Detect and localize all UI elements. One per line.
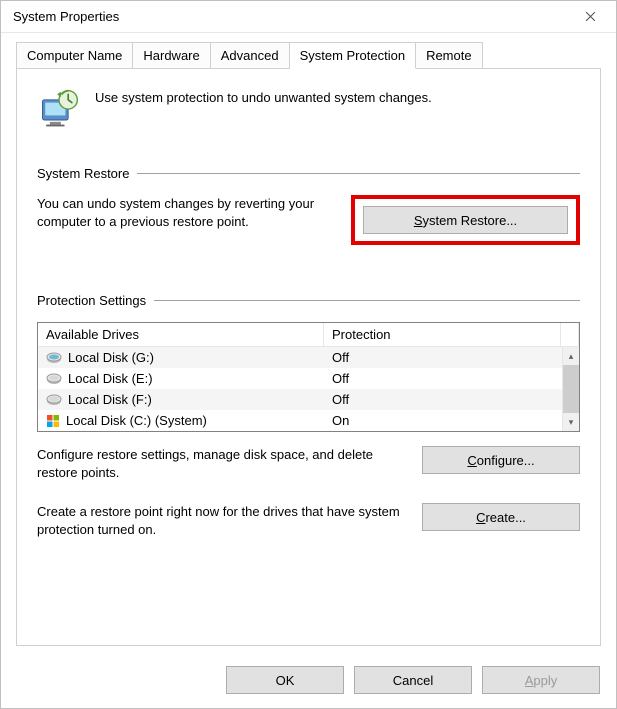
apply-button[interactable]: Apply — [482, 666, 600, 694]
scrollbar[interactable]: ▴ ▾ — [562, 347, 579, 431]
system-properties-window: System Properties Computer Name Hardware… — [0, 0, 617, 709]
tab-hardware[interactable]: Hardware — [133, 42, 210, 69]
system-restore-button[interactable]: System Restore... — [363, 206, 568, 234]
create-description: Create a restore point right now for the… — [37, 503, 408, 538]
table-row[interactable]: Local Disk (F:) Off — [38, 389, 562, 410]
divider — [154, 300, 580, 301]
table-row[interactable]: Local Disk (E:) Off — [38, 368, 562, 389]
dialog-buttons: OK Cancel Apply — [1, 656, 616, 708]
scroll-up-icon[interactable]: ▴ — [563, 347, 579, 365]
drive-icon — [46, 352, 62, 364]
close-button[interactable] — [568, 3, 612, 31]
divider — [137, 173, 580, 174]
intro-row: Use system protection to undo unwanted s… — [37, 87, 580, 131]
table-row[interactable]: Local Disk (C:) (System) On — [38, 410, 562, 431]
highlight-box: System Restore... — [351, 195, 580, 245]
tab-remote[interactable]: Remote — [416, 42, 483, 69]
windows-drive-icon — [46, 414, 60, 428]
configure-description: Configure restore settings, manage disk … — [37, 446, 408, 481]
configure-button[interactable]: Configure... — [422, 446, 580, 474]
system-protection-icon — [37, 87, 81, 131]
section-heading-protection: Protection Settings — [37, 293, 146, 308]
configure-row: Configure restore settings, manage disk … — [37, 446, 580, 481]
drive-icon — [46, 373, 62, 385]
restore-description: You can undo system changes by reverting… — [37, 195, 345, 230]
drives-table: Available Drives Protection Local Disk (… — [37, 322, 580, 432]
tabstrip: Computer Name Hardware Advanced System P… — [1, 33, 616, 68]
section-system-restore: System Restore — [37, 166, 580, 181]
restore-row: You can undo system changes by reverting… — [37, 195, 580, 245]
scroll-down-icon[interactable]: ▾ — [563, 413, 579, 431]
intro-text: Use system protection to undo unwanted s… — [95, 87, 432, 107]
column-header-drives[interactable]: Available Drives — [38, 323, 324, 346]
section-heading-restore: System Restore — [37, 166, 129, 181]
window-title: System Properties — [13, 9, 119, 24]
create-button[interactable]: Create... — [422, 503, 580, 531]
cancel-button[interactable]: Cancel — [354, 666, 472, 694]
tab-panel: Use system protection to undo unwanted s… — [16, 68, 601, 646]
table-row[interactable]: Local Disk (G:) Off — [38, 347, 562, 368]
tab-advanced[interactable]: Advanced — [211, 42, 290, 69]
scroll-thumb[interactable] — [563, 365, 579, 413]
tab-system-protection[interactable]: System Protection — [290, 42, 417, 69]
close-icon — [585, 11, 596, 22]
drives-body: Local Disk (G:) Off Local Disk (E:) Off — [38, 347, 579, 431]
titlebar: System Properties — [1, 1, 616, 33]
tab-computer-name[interactable]: Computer Name — [16, 42, 133, 69]
drive-icon — [46, 394, 62, 406]
section-protection-settings: Protection Settings — [37, 293, 580, 308]
column-header-protection[interactable]: Protection — [324, 323, 561, 346]
create-row: Create a restore point right now for the… — [37, 503, 580, 538]
ok-button[interactable]: OK — [226, 666, 344, 694]
drives-header: Available Drives Protection — [38, 323, 579, 347]
